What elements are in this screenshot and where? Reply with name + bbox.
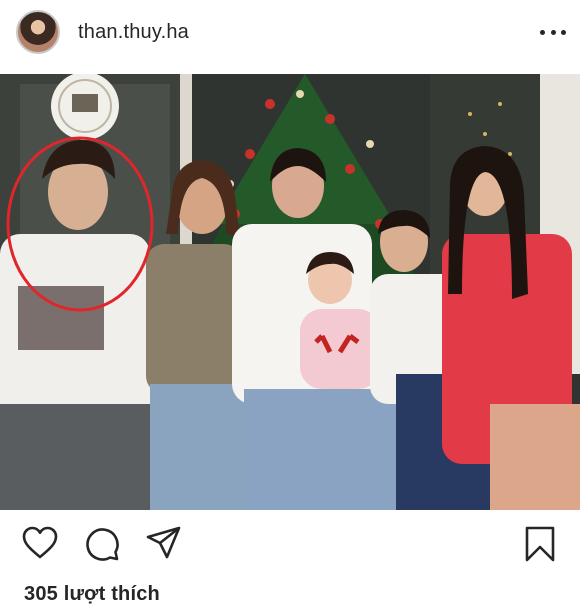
- likes-count[interactable]: 305 lượt thích: [24, 583, 160, 606]
- family-photo-illustration: [0, 74, 580, 510]
- post-action-bar: [0, 520, 580, 570]
- heart-icon[interactable]: [22, 526, 58, 560]
- bookmark-icon[interactable]: [523, 526, 557, 562]
- paper-plane-icon[interactable]: [146, 526, 182, 560]
- profile-avatar[interactable]: [16, 10, 60, 54]
- comment-bubble-icon[interactable]: [84, 526, 120, 562]
- post-header: than.thuy.ha: [0, 0, 580, 64]
- post-photo[interactable]: [0, 74, 580, 510]
- username-link[interactable]: than.thuy.ha: [78, 21, 189, 44]
- more-options-icon[interactable]: [540, 22, 566, 42]
